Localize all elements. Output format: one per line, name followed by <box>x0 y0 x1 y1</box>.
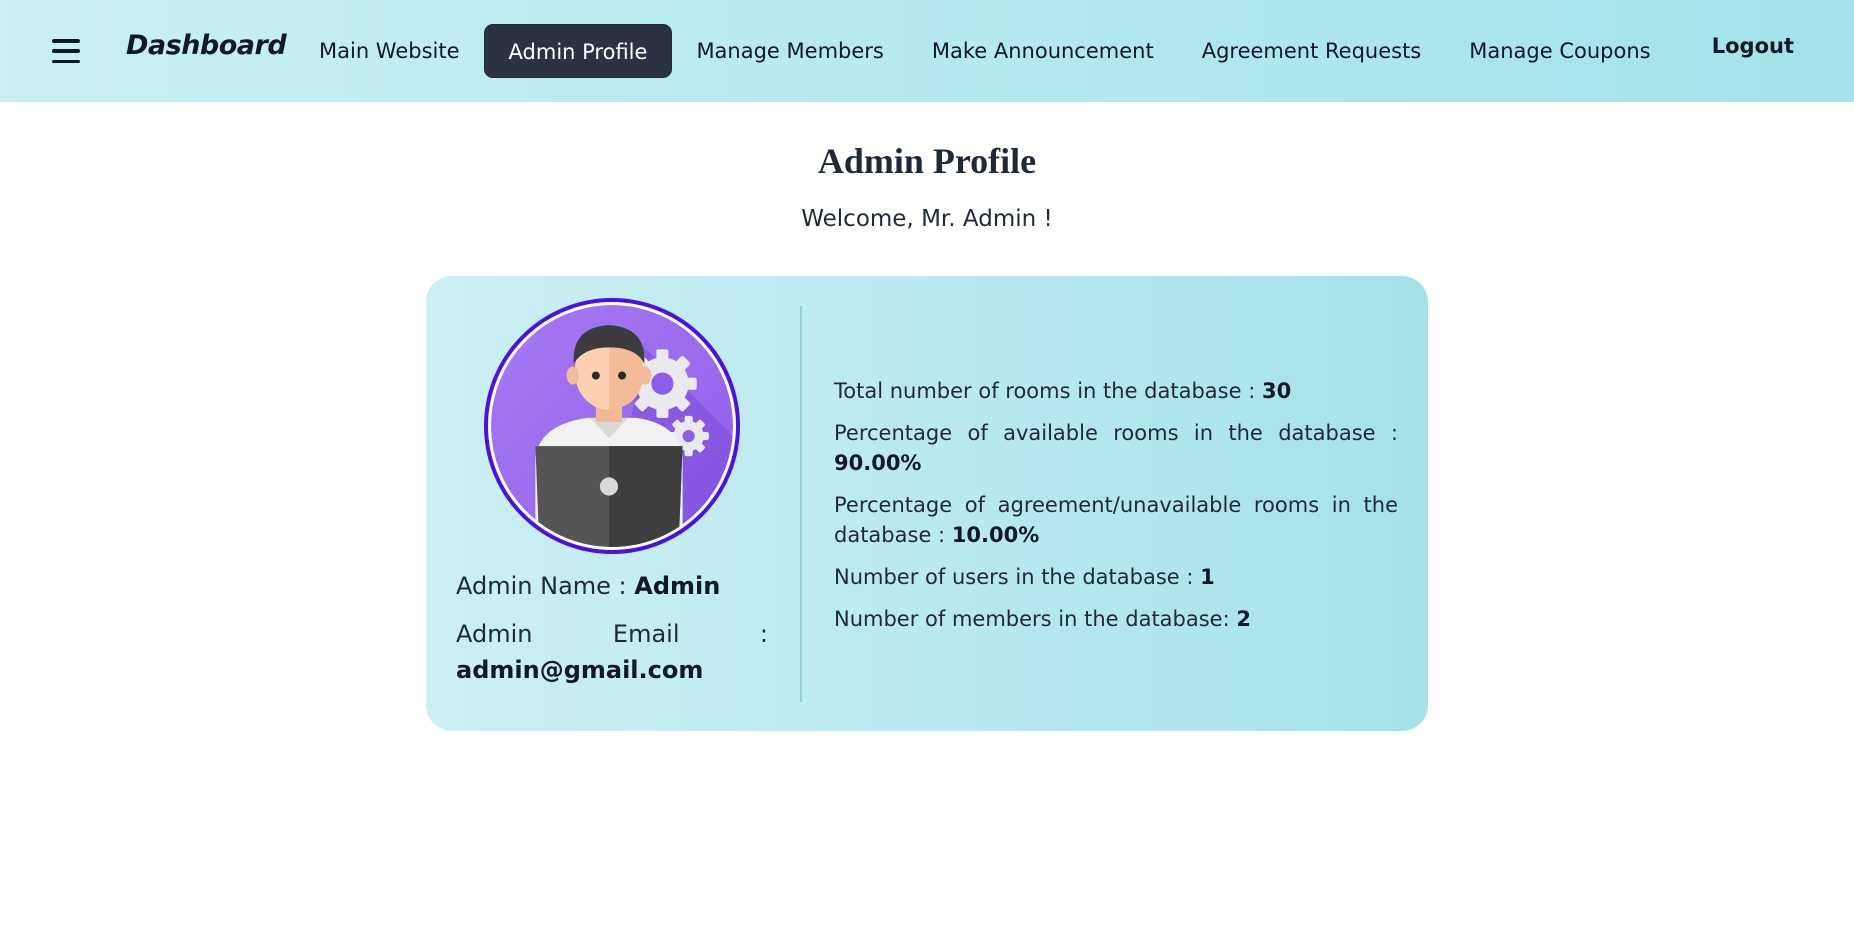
admin-name-value: Admin <box>634 572 721 600</box>
stat-value: 2 <box>1236 607 1251 631</box>
admin-email-label-admin: Admin <box>456 620 533 648</box>
admin-email-label-email: Email <box>612 620 680 648</box>
stat-value: 1 <box>1200 565 1215 589</box>
page-title: Admin Profile <box>817 141 1037 181</box>
admin-email-value: admin@gmail.com <box>456 656 704 684</box>
nav-links: Main Website Admin Profile Manage Member… <box>295 24 1675 78</box>
stat-value: 90.00% <box>834 451 922 475</box>
top-navbar: Dashboard Main Website Admin Profile Man… <box>0 0 1854 102</box>
nav-link-agreement-requests[interactable]: Agreement Requests <box>1178 24 1446 78</box>
stat-label: Percentage of available rooms in the dat… <box>834 421 1398 445</box>
admin-name-label: Admin Name : <box>456 572 627 600</box>
brand-title[interactable]: Dashboard <box>126 30 287 61</box>
admin-avatar <box>484 298 740 554</box>
stat-value: 10.00% <box>951 523 1040 547</box>
welcome-message: Welcome, Mr. Admin ! <box>801 206 1053 232</box>
menu-icon[interactable] <box>52 39 80 63</box>
nav-link-manage-coupons[interactable]: Manage Coupons <box>1445 24 1674 78</box>
stat-available-rooms: Percentage of available rooms in the dat… <box>834 418 1398 478</box>
stat-label: Total number of rooms in the database : <box>834 379 1256 403</box>
logout-button[interactable]: Logout <box>1712 34 1794 58</box>
stat-value: 30 <box>1261 379 1292 403</box>
database-stats: Total number of rooms in the database : … <box>834 376 1398 646</box>
admin-profile-card: Admin Name : Admin Admin Email : admin@g… <box>426 276 1428 731</box>
admin-email-label-row: Admin Email : <box>456 616 768 652</box>
nav-link-main-website[interactable]: Main Website <box>295 24 484 78</box>
card-divider <box>800 306 802 702</box>
admin-email-label-colon: : <box>759 620 768 648</box>
stat-label: Percentage of agreement/unavailable room… <box>834 493 1398 547</box>
stat-total-rooms: Total number of rooms in the database : … <box>834 376 1398 406</box>
admin-avatar-illustration <box>491 305 733 547</box>
nav-link-manage-members[interactable]: Manage Members <box>672 24 907 78</box>
stat-users: Number of users in the database : 1 <box>834 562 1398 592</box>
admin-name-row: Admin Name : Admin <box>456 568 768 604</box>
stat-members: Number of members in the database: 2 <box>834 604 1398 634</box>
stat-unavailable-rooms: Percentage of agreement/unavailable room… <box>834 490 1398 550</box>
nav-link-admin-profile[interactable]: Admin Profile <box>483 24 673 78</box>
nav-link-make-announcement[interactable]: Make Announcement <box>908 24 1178 78</box>
stat-label: Number of members in the database: <box>834 607 1230 631</box>
stat-label: Number of users in the database : <box>834 565 1194 589</box>
admin-info: Admin Name : Admin Admin Email : admin@g… <box>456 568 768 688</box>
